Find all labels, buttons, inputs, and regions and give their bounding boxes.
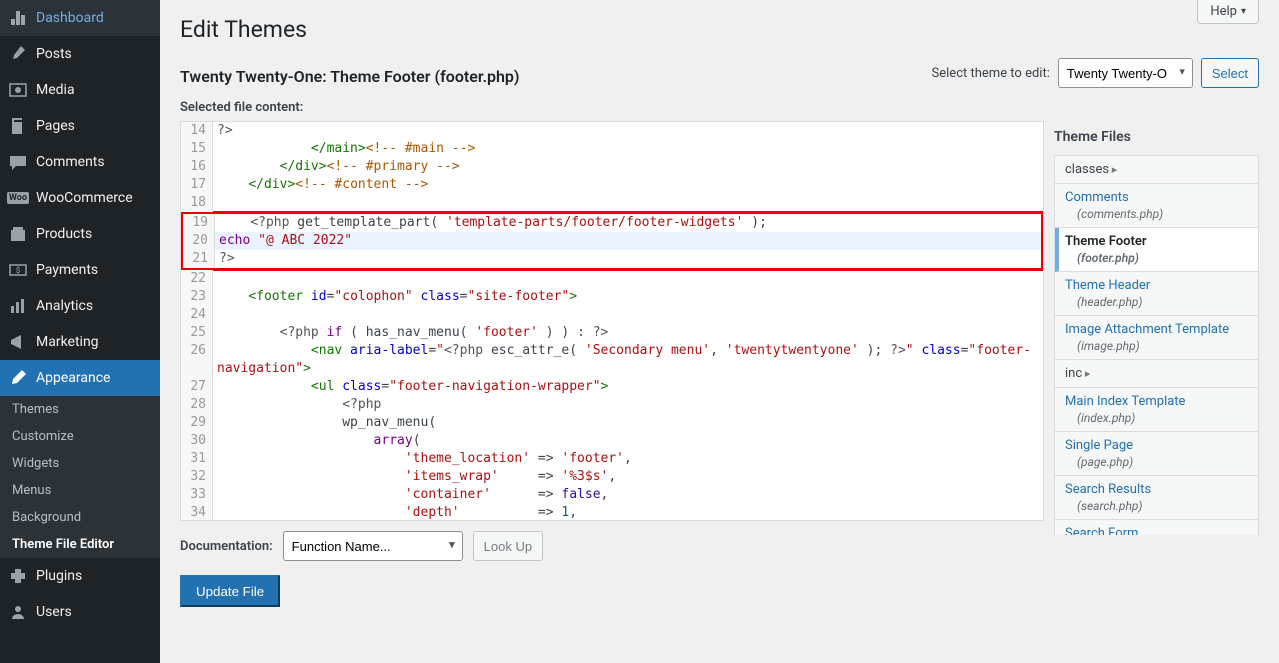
sidebar-item-label: Dashboard bbox=[36, 10, 104, 26]
theme-file-classes[interactable]: classes bbox=[1055, 156, 1258, 184]
theme-file-comments[interactable]: Comments(comments.php) bbox=[1055, 184, 1258, 228]
theme-file-image-attachment-template[interactable]: Image Attachment Template(image.php) bbox=[1055, 316, 1258, 360]
sidebar-item-label: Plugins bbox=[36, 568, 82, 584]
submenu-item-menus[interactable]: Menus bbox=[0, 477, 160, 504]
help-tab[interactable]: Help bbox=[1197, 0, 1259, 24]
selected-file-label: Selected file content: bbox=[180, 100, 1259, 115]
media-icon bbox=[8, 80, 28, 100]
pin-icon bbox=[8, 44, 28, 64]
select-button[interactable]: Select bbox=[1201, 58, 1259, 88]
sidebar-item-products[interactable]: Products bbox=[0, 216, 160, 252]
woo-icon: Woo bbox=[8, 188, 28, 208]
sidebar-item-marketing[interactable]: Marketing bbox=[0, 324, 160, 360]
sidebar-item-dashboard[interactable]: Dashboard bbox=[0, 0, 160, 36]
sidebar-item-label: Posts bbox=[36, 46, 72, 62]
appearance-icon bbox=[8, 368, 28, 388]
sidebar-item-plugins[interactable]: Plugins bbox=[0, 558, 160, 594]
admin-sidebar: Dashboard Posts Media Pages Comments Woo WooCo… bbox=[0, 0, 160, 663]
submenu-item-customize[interactable]: Customize bbox=[0, 423, 160, 450]
highlighted-code-block: 19 <?php get_template_part( 'template-pa… bbox=[180, 211, 1044, 271]
theme-file-theme-footer[interactable]: Theme Footer(footer.php) bbox=[1055, 228, 1258, 272]
function-name-select[interactable]: Function Name... bbox=[283, 531, 463, 561]
marketing-icon bbox=[8, 332, 28, 352]
sidebar-item-pages[interactable]: Pages bbox=[0, 108, 160, 144]
sidebar-item-label: Payments bbox=[36, 262, 98, 278]
theme-file-single-page[interactable]: Single Page(page.php) bbox=[1055, 432, 1258, 476]
submenu-item-widgets[interactable]: Widgets bbox=[0, 450, 160, 477]
documentation-label: Documentation: bbox=[180, 539, 273, 554]
sidebar-item-woocommerce[interactable]: Woo WooCommerce bbox=[0, 180, 160, 216]
product-icon bbox=[8, 224, 28, 244]
select-theme-label: Select theme to edit: bbox=[932, 66, 1050, 81]
sidebar-item-label: Pages bbox=[36, 118, 75, 134]
plugin-icon bbox=[8, 566, 28, 586]
dashboard-icon bbox=[8, 8, 28, 28]
comment-icon bbox=[8, 152, 28, 172]
page-title: Edit Themes bbox=[180, 0, 1259, 47]
analytics-icon bbox=[8, 296, 28, 316]
sidebar-item-appearance[interactable]: Appearance bbox=[0, 360, 160, 396]
main-content: Help Edit Themes Twenty Twenty-One: Them… bbox=[160, 0, 1279, 663]
code-editor[interactable]: 14?> 15 </main><!-- #main --> 16 </div><… bbox=[180, 121, 1044, 521]
sidebar-item-label: Users bbox=[36, 604, 72, 620]
theme-file-main-index-template[interactable]: Main Index Template(index.php) bbox=[1055, 388, 1258, 432]
users-icon bbox=[8, 602, 28, 622]
submenu-item-background[interactable]: Background bbox=[0, 504, 160, 531]
sidebar-item-media[interactable]: Media bbox=[0, 72, 160, 108]
sidebar-item-label: Appearance bbox=[36, 370, 110, 386]
sidebar-item-label: WooCommerce bbox=[36, 190, 133, 206]
sidebar-item-analytics[interactable]: Analytics bbox=[0, 288, 160, 324]
sidebar-item-label: Media bbox=[36, 82, 75, 98]
page-icon bbox=[8, 116, 28, 136]
sidebar-item-label: Products bbox=[36, 226, 92, 242]
svg-text:$: $ bbox=[16, 266, 21, 275]
update-file-button[interactable]: Update File bbox=[180, 575, 280, 607]
theme-files-heading: Theme Files bbox=[1054, 121, 1259, 155]
theme-files-list[interactable]: classesComments(comments.php)Theme Foote… bbox=[1054, 155, 1259, 535]
sidebar-item-label: Marketing bbox=[36, 334, 99, 350]
submenu-item-theme-file-editor[interactable]: Theme File Editor bbox=[0, 531, 160, 558]
sidebar-item-users[interactable]: Users bbox=[0, 594, 160, 630]
lookup-button[interactable]: Look Up bbox=[473, 531, 543, 561]
sidebar-item-label: Analytics bbox=[36, 298, 93, 314]
theme-file-search-form[interactable]: Search Form bbox=[1055, 520, 1258, 535]
theme-file-search-results[interactable]: Search Results(search.php) bbox=[1055, 476, 1258, 520]
theme-select[interactable]: Twenty Twenty-O bbox=[1058, 58, 1193, 88]
sidebar-item-payments[interactable]: $ Payments bbox=[0, 252, 160, 288]
payment-icon: $ bbox=[8, 260, 28, 280]
submenu-item-themes[interactable]: Themes bbox=[0, 396, 160, 423]
sidebar-item-posts[interactable]: Posts bbox=[0, 36, 160, 72]
sidebar-item-label: Comments bbox=[36, 154, 105, 170]
theme-file-theme-header[interactable]: Theme Header(header.php) bbox=[1055, 272, 1258, 316]
theme-file-inc[interactable]: inc bbox=[1055, 360, 1258, 388]
sidebar-item-comments[interactable]: Comments bbox=[0, 144, 160, 180]
